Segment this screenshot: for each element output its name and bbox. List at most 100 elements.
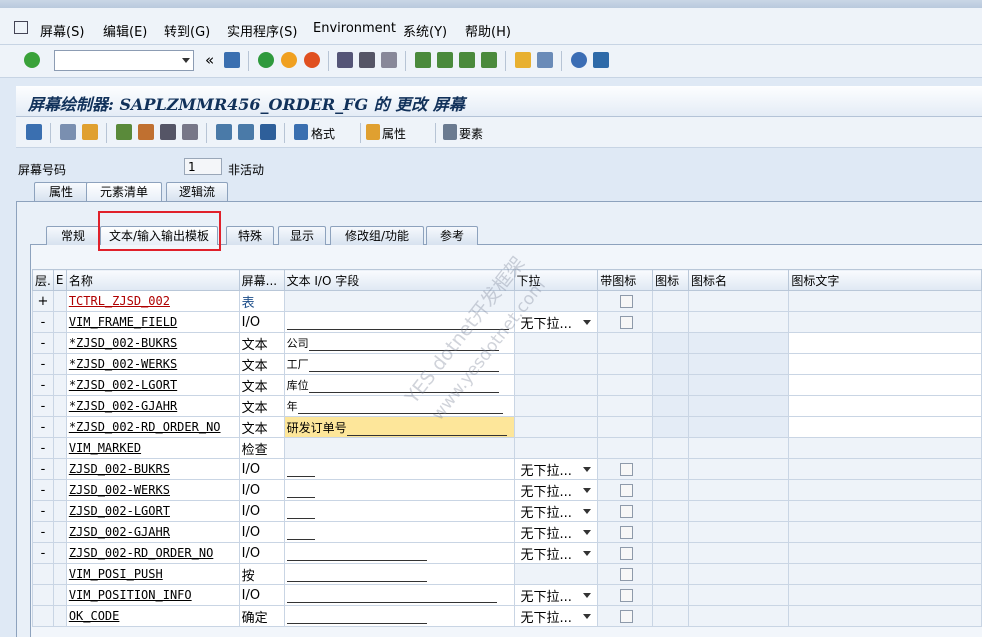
- row-text-io[interactable]: [283, 584, 515, 606]
- element-name-link[interactable]: ZJSD_002-RD_ORDER_NO: [69, 546, 214, 560]
- row-icon-text[interactable]: [788, 374, 982, 396]
- row-name[interactable]: TCTRL_ZJSD_002: [65, 290, 240, 312]
- col-header-with-icon[interactable]: 带图标: [597, 269, 654, 291]
- enter-icon[interactable]: [24, 52, 40, 68]
- tab-display[interactable]: 显示: [278, 226, 326, 245]
- row-icon-name[interactable]: [688, 584, 790, 606]
- element-name-link[interactable]: VIM_FRAME_FIELD: [69, 315, 177, 329]
- row-level[interactable]: -: [32, 500, 54, 522]
- row-icon-name[interactable]: [688, 542, 790, 564]
- row-level[interactable]: -: [32, 311, 54, 333]
- find-icon[interactable]: [359, 52, 375, 68]
- col-header-icon-text[interactable]: 图标文字: [788, 269, 982, 291]
- command-field[interactable]: [54, 50, 194, 71]
- chevron-down-icon[interactable]: [583, 551, 592, 556]
- row-icon-text[interactable]: [788, 458, 982, 480]
- row-dropdown[interactable]: 无下拉...: [513, 584, 599, 606]
- screen-number-field[interactable]: 1: [184, 158, 222, 175]
- shortcut-icon[interactable]: [537, 52, 553, 68]
- row-dropdown[interactable]: 无下拉...: [513, 521, 599, 543]
- row-icon-text[interactable]: [788, 542, 982, 564]
- row-level[interactable]: -: [32, 332, 54, 354]
- row-with-icon[interactable]: [597, 458, 654, 480]
- table-row[interactable]: - *ZJSD_002-GJAHR 文本 年: [32, 395, 982, 417]
- row-name[interactable]: *ZJSD_002-BUKRS: [65, 332, 240, 354]
- chevron-down-icon[interactable]: [583, 488, 592, 493]
- row-name[interactable]: ZJSD_002-WERKS: [65, 479, 240, 501]
- print-icon[interactable]: [337, 52, 353, 68]
- row-dropdown[interactable]: 无下拉...: [513, 605, 599, 627]
- row-name[interactable]: ZJSD_002-BUKRS: [65, 458, 240, 480]
- row-icon-text[interactable]: [788, 290, 982, 312]
- find-next-icon[interactable]: [381, 52, 397, 68]
- row-text-io[interactable]: [283, 563, 515, 585]
- col-header-name[interactable]: 名称: [65, 269, 240, 291]
- row-icon-name[interactable]: [688, 374, 790, 396]
- row-icon-name[interactable]: [688, 458, 790, 480]
- row-text-io[interactable]: [283, 458, 515, 480]
- row-icon-name[interactable]: [688, 479, 790, 501]
- row-name[interactable]: VIM_FRAME_FIELD: [65, 311, 240, 333]
- table-row[interactable]: - ZJSD_002-RD_ORDER_NO I/O 无下拉...: [32, 542, 982, 564]
- cancel-icon[interactable]: [304, 52, 320, 68]
- wand-icon[interactable]: [138, 124, 154, 140]
- row-level[interactable]: -: [32, 479, 54, 501]
- row-with-icon[interactable]: [597, 542, 654, 564]
- with-icon-checkbox[interactable]: [620, 505, 634, 518]
- row-with-icon[interactable]: [597, 521, 654, 543]
- layout-icon[interactable]: [593, 52, 609, 68]
- hierarchy-icon[interactable]: [116, 124, 132, 140]
- info-icon[interactable]: [260, 124, 276, 140]
- row-name[interactable]: *ZJSD_002-WERKS: [65, 353, 240, 375]
- row-icon-text[interactable]: [788, 353, 982, 375]
- row-with-icon[interactable]: [597, 500, 654, 522]
- element-name-link[interactable]: *ZJSD_002-WERKS: [69, 357, 177, 371]
- row-icon-name[interactable]: [688, 563, 790, 585]
- row-name[interactable]: VIM_POSITION_INFO: [65, 584, 240, 606]
- navigate-icon[interactable]: [182, 124, 198, 140]
- element-name-link[interactable]: *ZJSD_002-RD_ORDER_NO: [69, 420, 221, 434]
- attributes-icon[interactable]: [366, 124, 380, 140]
- row-icon-text[interactable]: [788, 437, 982, 459]
- table-row[interactable]: VIM_POSI_PUSH 按: [32, 563, 982, 585]
- chevron-down-icon[interactable]: [182, 58, 190, 63]
- chevron-down-icon[interactable]: [583, 509, 592, 514]
- element-name-link[interactable]: *ZJSD_002-BUKRS: [69, 336, 177, 350]
- row-level[interactable]: +: [32, 290, 54, 312]
- table-row[interactable]: - *ZJSD_002-LGORT 文本 库位: [32, 374, 982, 396]
- row-icon-text[interactable]: [788, 416, 982, 438]
- table-row[interactable]: - ZJSD_002-WERKS I/O 无下拉...: [32, 479, 982, 501]
- row-name[interactable]: OK_CODE: [65, 605, 240, 627]
- element-name-link[interactable]: TCTRL_ZJSD_002: [69, 294, 170, 308]
- with-icon-checkbox[interactable]: [620, 610, 634, 623]
- row-text-io[interactable]: [283, 542, 515, 564]
- menu-utilities[interactable]: 实用程序(S): [227, 21, 297, 40]
- menu-screen[interactable]: 屏幕(S): [40, 21, 84, 40]
- element-name-link[interactable]: ZJSD_002-WERKS: [69, 483, 170, 497]
- element-name-link[interactable]: *ZJSD_002-LGORT: [69, 378, 177, 392]
- next-page-icon[interactable]: [459, 52, 475, 68]
- row-text-io[interactable]: [283, 605, 515, 627]
- menu-help[interactable]: 帮助(H): [465, 21, 511, 40]
- col-header-level[interactable]: 层.: [32, 269, 54, 291]
- new-session-icon[interactable]: [515, 52, 531, 68]
- row-with-icon[interactable]: [597, 605, 654, 627]
- save-icon[interactable]: [224, 52, 240, 68]
- row-icon-name[interactable]: [688, 290, 790, 312]
- row-icon-name[interactable]: [688, 311, 790, 333]
- row-text-io[interactable]: [283, 521, 515, 543]
- row-icon-text[interactable]: [788, 521, 982, 543]
- table-row[interactable]: - *ZJSD_002-RD_ORDER_NO 文本 研发订单号: [32, 416, 982, 438]
- row-level[interactable]: -: [32, 374, 54, 396]
- element-name-link[interactable]: *ZJSD_002-GJAHR: [69, 399, 177, 413]
- table-row[interactable]: - VIM_MARKED 检查: [32, 437, 982, 459]
- collapse-icon[interactable]: «: [205, 51, 214, 69]
- row-level[interactable]: [32, 605, 54, 627]
- row-dropdown[interactable]: 无下拉...: [513, 500, 599, 522]
- table-row[interactable]: - ZJSD_002-BUKRS I/O 无下拉...: [32, 458, 982, 480]
- chevron-down-icon[interactable]: [583, 320, 592, 325]
- row-name[interactable]: *ZJSD_002-LGORT: [65, 374, 240, 396]
- table-row[interactable]: VIM_POSITION_INFO I/O 无下拉...: [32, 584, 982, 606]
- element-name-link[interactable]: ZJSD_002-GJAHR: [69, 525, 170, 539]
- element-name-link[interactable]: VIM_MARKED: [69, 441, 141, 455]
